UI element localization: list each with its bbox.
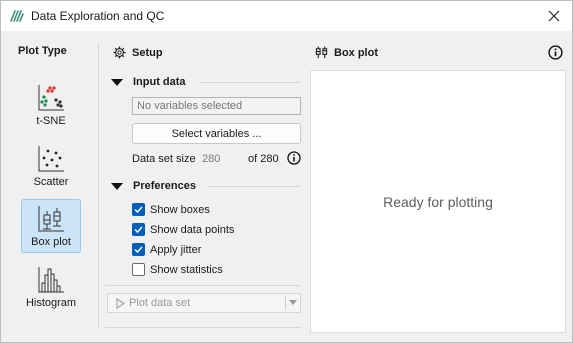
plot-type-label: Histogram [25,297,77,309]
plot-data-set-button[interactable]: Plot data set [107,293,301,313]
dialog-window: Data Exploration and QC Plot Type t-SNE … [0,0,573,343]
dataset-size-label: Data set size [132,153,196,165]
section-divider [105,327,301,328]
dataset-size-value[interactable]: 280 [202,153,220,165]
boxplot-icon [38,206,64,232]
apply-jitter-checkbox[interactable]: Apply jitter [132,243,201,256]
chevron-down-icon[interactable] [289,300,297,305]
title-bar: Data Exploration and QC [1,1,572,31]
close-button[interactable] [536,1,572,31]
collapse-triangle-icon [111,182,123,190]
app-icon [10,10,24,22]
checkbox-checked-icon[interactable] [132,243,145,256]
input-data-section-toggle[interactable]: Input data [111,76,186,88]
show-boxes-checkbox[interactable]: Show boxes [132,203,210,216]
dataset-size-total: of 280 [248,153,279,165]
boxplot-small-icon [315,46,328,59]
button-divider [285,296,286,310]
checkbox-checked-icon[interactable] [132,223,145,236]
section-divider [200,82,301,83]
checkbox-label: Show boxes [150,203,210,216]
column-divider [98,43,99,329]
section-divider [105,285,301,286]
section-divider [208,186,301,187]
plot-placeholder-text: Ready for plotting [383,193,493,210]
select-variables-button[interactable]: Select variables ... [132,123,301,144]
plot-type-label: Scatter [33,176,69,188]
show-statistics-checkbox[interactable]: Show statistics [132,263,223,276]
info-icon[interactable] [287,151,301,165]
checkbox-label: Show data points [150,223,235,236]
variables-field[interactable] [132,97,301,115]
play-icon [116,297,125,309]
plot-type-boxplot[interactable]: Box plot [21,199,81,253]
close-icon [548,10,560,22]
plot-button-label: Plot data set [129,297,191,309]
window-title: Data Exploration and QC [31,9,165,23]
scatter-icon [38,146,64,172]
plot-type-scatter[interactable]: Scatter [21,140,81,194]
plot-type-title: Plot Type [18,45,67,57]
preferences-title: Preferences [133,180,196,192]
show-data-points-checkbox[interactable]: Show data points [132,223,234,236]
collapse-triangle-icon [111,78,123,86]
checkbox-label: Apply jitter [150,243,202,256]
plot-type-label: Box plot [31,236,71,248]
plot-type-label: t-SNE [36,115,66,127]
tsne-icon [38,85,64,111]
plot-canvas[interactable]: Ready for plotting [310,70,566,333]
histogram-icon [38,267,64,293]
checkbox-label: Show statistics [150,263,223,276]
plot-panel-title: Box plot [334,46,378,59]
plot-type-tsne[interactable]: t-SNE [21,79,81,133]
info-icon[interactable] [548,45,563,60]
setup-title: Setup [132,46,163,59]
setup-header: Setup [113,46,163,59]
input-data-title: Input data [133,76,186,88]
plot-type-histogram[interactable]: Histogram [21,261,81,315]
gear-icon [113,46,126,59]
checkbox-checked-icon[interactable] [132,203,145,216]
checkbox-unchecked-icon[interactable] [132,263,145,276]
plot-panel-header: Box plot [315,46,378,59]
preferences-section-toggle[interactable]: Preferences [111,180,196,192]
